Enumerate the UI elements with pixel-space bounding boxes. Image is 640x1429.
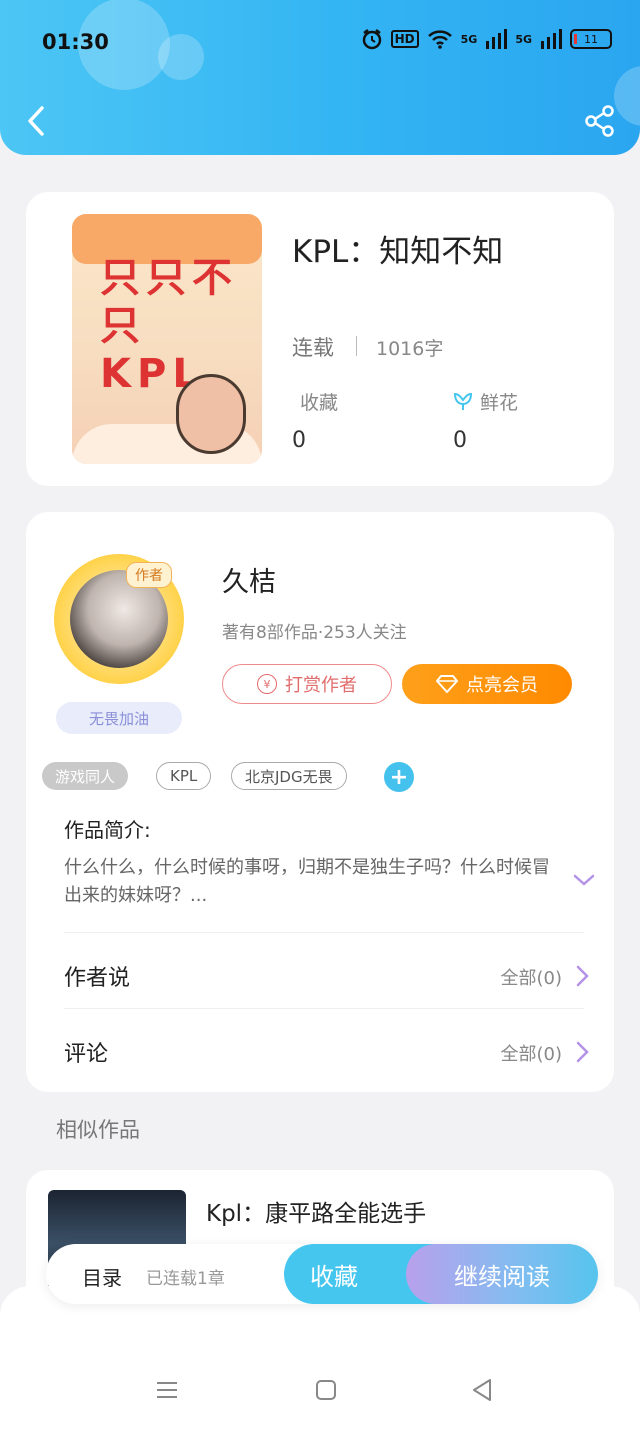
decor-bubble xyxy=(158,34,204,80)
favorites-count: 0 xyxy=(292,428,306,453)
intro-text: 什么什么，什么时候的事呀，归期不是独生子吗？什么时候冒出来的妹妹呀？... xyxy=(64,857,550,906)
signal-5g-1-label: 5G xyxy=(460,32,478,46)
bottom-panel xyxy=(0,1286,640,1429)
diamond-icon xyxy=(436,675,458,693)
signal-bars-icon xyxy=(541,29,562,49)
battery-icon: 11 xyxy=(570,29,612,49)
author-says-label: 作者说 xyxy=(64,966,131,991)
status-divider xyxy=(356,336,357,356)
author-motto-badge: 无畏加油 xyxy=(56,702,182,734)
book-info-card: 只只不只 KPL KPL：知知不知 连载 1016字 收藏 0 鲜花 0 xyxy=(26,192,614,486)
chevron-right-icon xyxy=(576,965,589,987)
cover-title-art: 只只不只 KPL xyxy=(100,255,238,397)
activate-vip-button[interactable]: 点亮会员 xyxy=(402,664,572,704)
intro-title: 作品简介: xyxy=(64,818,151,842)
status-icons: HD 5G 5G 11 xyxy=(361,28,612,50)
author-says-count: 全部(0) xyxy=(500,968,563,989)
comments-count: 全部(0) xyxy=(500,1044,563,1065)
author-badge: 作者 xyxy=(126,562,172,588)
author-card: 作者 无畏加油 久桔 著有8部作品·253人关注 ¥ 打赏作者 点亮会员 游戏同… xyxy=(26,512,614,1092)
signal-5g-2-label: 5G xyxy=(515,32,532,46)
tip-author-button[interactable]: ¥ 打赏作者 xyxy=(222,664,392,704)
continue-reading-button[interactable]: 继续阅读 xyxy=(406,1244,598,1304)
status-time: 01:30 xyxy=(42,30,109,54)
book-cover-image[interactable]: 只只不只 KPL xyxy=(72,214,262,464)
book-title: KPL：知知不知 xyxy=(292,234,504,270)
activate-vip-label: 点亮会员 xyxy=(466,675,538,696)
flowers-count: 0 xyxy=(453,428,467,453)
book-status: 连载 xyxy=(292,336,334,360)
favorites-label: 收藏 xyxy=(300,392,339,414)
battery-level: 11 xyxy=(584,32,598,46)
signal-bars-icon xyxy=(486,29,508,49)
flowers-label[interactable]: 鲜花 xyxy=(480,388,518,415)
share-icon[interactable] xyxy=(584,104,616,138)
tag-item[interactable]: KPL xyxy=(156,762,212,790)
back-chevron-icon[interactable] xyxy=(22,104,54,138)
toc-status: 已连载1章 xyxy=(146,1269,225,1289)
divider xyxy=(64,932,584,933)
decor-bubble xyxy=(614,66,640,126)
chevron-right-icon xyxy=(576,1041,589,1063)
divider xyxy=(64,1008,584,1009)
author-name[interactable]: 久桔 xyxy=(222,560,276,599)
similar-section-title: 相似作品 xyxy=(56,1118,140,1142)
wifi-icon xyxy=(427,30,452,49)
hd-icon: HD xyxy=(390,30,419,48)
nav-menu-icon[interactable] xyxy=(155,1378,179,1402)
nav-home-icon[interactable] xyxy=(314,1378,338,1402)
author-meta: 著有8部作品·253人关注 xyxy=(222,623,407,643)
expand-chevron-icon[interactable] xyxy=(572,870,596,890)
alarm-icon xyxy=(362,29,381,50)
tip-author-label: 打赏作者 xyxy=(285,675,357,696)
reader-action-bar: 目录 已连载1章 收藏 继续阅读 xyxy=(46,1244,598,1304)
toc-button[interactable]: 目录 xyxy=(82,1262,122,1291)
app-header: 01:30 HD 5G 5G 11 xyxy=(0,0,640,155)
book-word-count: 1016字 xyxy=(376,338,444,360)
yen-icon: ¥ xyxy=(257,674,277,694)
nav-back-icon[interactable] xyxy=(470,1377,494,1403)
flower-icon xyxy=(453,392,473,410)
cover-child-portrait xyxy=(176,374,246,454)
add-tag-button[interactable]: + xyxy=(384,762,414,792)
comments-label: 评论 xyxy=(64,1042,109,1067)
similar-book-title: Kpl：康平路全能选手 xyxy=(206,1201,427,1227)
tag-item[interactable]: 游戏同人 xyxy=(42,762,129,790)
tag-item[interactable]: 北京JDG无畏 xyxy=(231,762,347,790)
